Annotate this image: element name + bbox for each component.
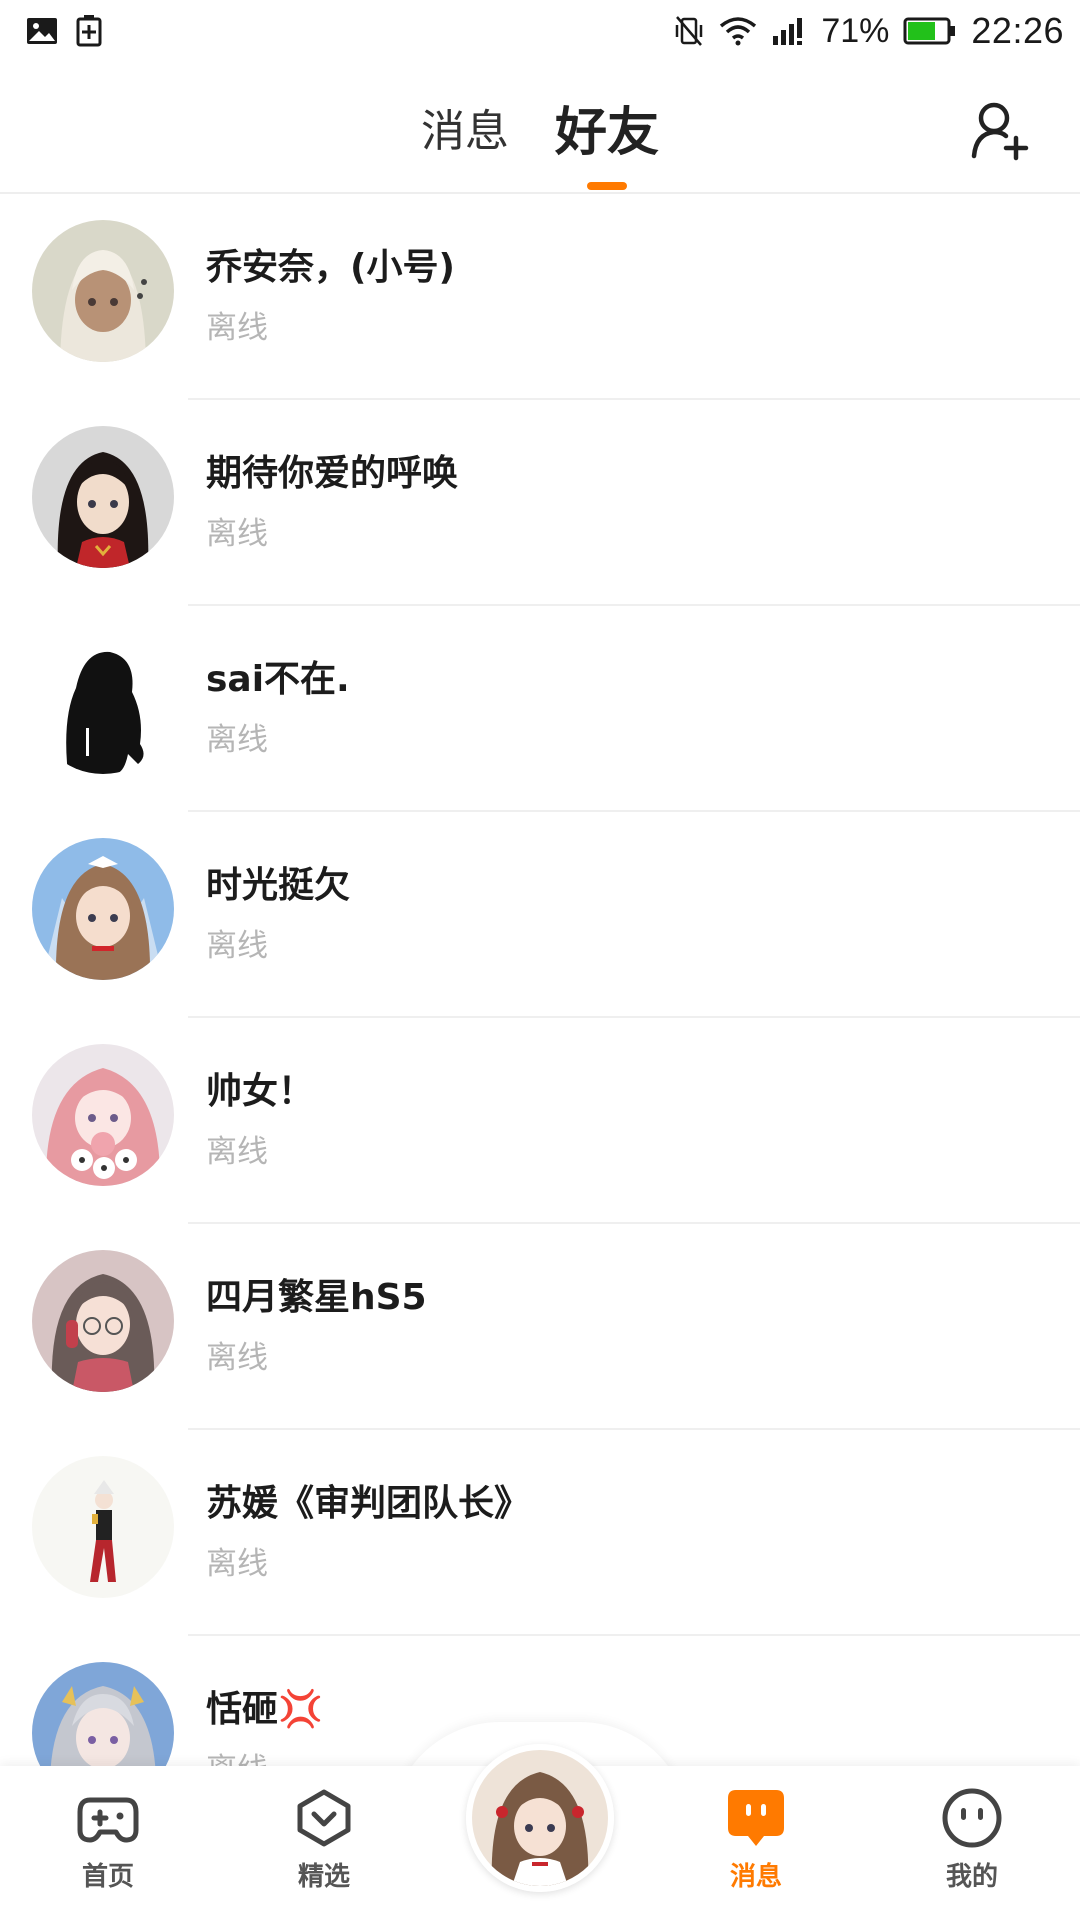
image-icon — [27, 18, 57, 44]
tab-messages[interactable]: 消息 — [417, 62, 513, 192]
friend-name: 四月繁星hS5 — [206, 1277, 427, 1318]
friend-status: 离线 — [206, 310, 268, 346]
avatar — [32, 1456, 174, 1598]
battery-percent: 71% — [821, 11, 890, 50]
friend-status: 离线 — [206, 516, 268, 552]
nav-featured[interactable]: 精选 — [254, 1786, 394, 1893]
tab-label: 好友 — [554, 102, 659, 163]
vibrate-off-icon — [676, 16, 703, 46]
battery-icon — [903, 17, 956, 45]
nav-messages[interactable]: 消息 — [686, 1786, 826, 1893]
avatar — [32, 220, 174, 362]
heart-badge-icon — [297, 1789, 351, 1847]
friend-status: 离线 — [206, 722, 268, 758]
nav-label: 首页 — [81, 1862, 134, 1892]
battery-saver-icon — [76, 15, 102, 47]
friend-row[interactable]: 四月繁星hS5 离线 — [0, 1224, 1080, 1430]
nav-home[interactable]: 首页 — [38, 1786, 178, 1893]
avatar — [32, 1250, 174, 1392]
signal-icon — [773, 18, 803, 45]
active-tab-indicator — [586, 182, 627, 190]
tab-label: 消息 — [420, 106, 509, 157]
chat-bubble-icon — [728, 1790, 784, 1846]
add-friend-icon[interactable] — [968, 98, 1032, 162]
header: 消息 好友 — [0, 62, 1080, 194]
friend-row[interactable]: 期待你爱的呼唤 离线 — [0, 400, 1080, 606]
friend-name: 苏媛《审判团队长》 — [206, 1483, 531, 1524]
friend-name: 帅女！ — [206, 1071, 315, 1112]
friend-row[interactable]: 乔安奈，(小号) 离线 — [0, 194, 1080, 400]
nav-label: 精选 — [297, 1862, 350, 1892]
avatar — [32, 426, 174, 568]
avatar — [32, 838, 174, 980]
friend-name: 期待你爱的呼唤 — [206, 453, 459, 494]
nav-profile[interactable]: 我的 — [902, 1786, 1042, 1893]
friend-name: sai不在. — [206, 659, 350, 700]
friend-list: 乔安奈，(小号) 离线 期待你爱的呼唤 离线 sai不在. 离线 时光挺欠 离线… — [0, 194, 1080, 1842]
face-icon — [942, 1788, 1002, 1848]
status-bar: 71% 22:26 — [0, 0, 1080, 62]
tab-bar: 消息 好友 — [0, 62, 1080, 192]
wifi-icon — [720, 17, 757, 46]
center-avatar[interactable] — [466, 1744, 614, 1892]
friend-status: 离线 — [206, 1340, 268, 1376]
tab-friends[interactable]: 好友 — [551, 62, 663, 192]
friend-status: 离线 — [206, 1546, 268, 1582]
friend-row[interactable]: 帅女！ 离线 — [0, 1018, 1080, 1224]
friend-status: 离线 — [206, 1134, 268, 1170]
avatar — [32, 632, 174, 774]
friend-row[interactable]: 时光挺欠 离线 — [0, 812, 1080, 1018]
gamepad-icon — [77, 1797, 139, 1843]
clock: 22:26 — [971, 10, 1064, 51]
friend-row[interactable]: sai不在. 离线 — [0, 606, 1080, 812]
friend-status: 离线 — [206, 928, 268, 964]
friend-name: 乔安奈，(小号) — [206, 247, 455, 288]
friend-name: 恬砸💢 — [206, 1689, 323, 1730]
friend-name: 时光挺欠 — [206, 865, 351, 906]
status-right-icons: 71% 22:26 — [673, 10, 1064, 52]
nav-label: 消息 — [729, 1862, 782, 1892]
status-left-icons — [26, 15, 102, 47]
avatar — [32, 1044, 174, 1186]
friend-row[interactable]: 苏媛《审判团队长》 离线 — [0, 1430, 1080, 1636]
nav-label: 我的 — [945, 1862, 998, 1892]
